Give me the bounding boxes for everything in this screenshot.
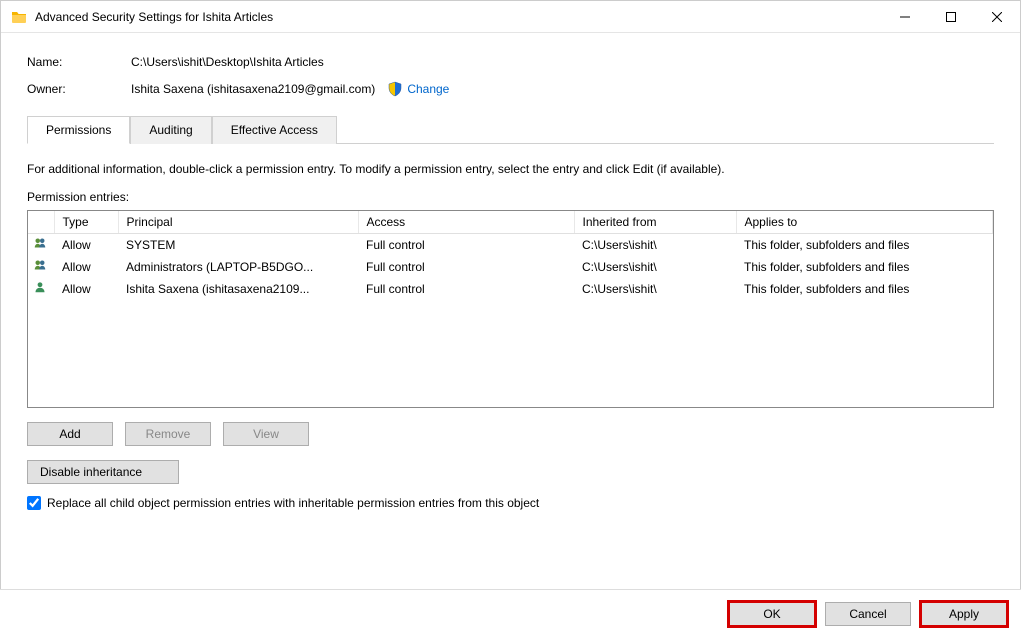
group-icon [34, 260, 46, 274]
ok-button[interactable]: OK [729, 602, 815, 626]
maximize-button[interactable] [928, 1, 974, 33]
col-inherited[interactable]: Inherited from [574, 211, 736, 234]
name-label: Name: [27, 55, 131, 69]
dialog-footer: OK Cancel Apply [0, 589, 1021, 637]
replace-child-entries-label[interactable]: Replace all child object permission entr… [47, 496, 539, 510]
replace-child-entries-checkbox[interactable] [27, 496, 41, 510]
owner-label: Owner: [27, 82, 131, 96]
table-row[interactable]: AllowIshita Saxena (ishitasaxena2109...F… [28, 278, 993, 300]
tab-auditing[interactable]: Auditing [130, 116, 211, 144]
tab-strip: Permissions Auditing Effective Access [27, 115, 994, 144]
change-owner-link[interactable]: Change [407, 82, 449, 96]
entries-label: Permission entries: [27, 190, 994, 204]
add-button[interactable]: Add [27, 422, 113, 446]
cancel-button[interactable]: Cancel [825, 602, 911, 626]
tab-effective-access[interactable]: Effective Access [212, 116, 337, 144]
window-title: Advanced Security Settings for Ishita Ar… [35, 10, 882, 24]
cell-principal: SYSTEM [118, 234, 358, 256]
shield-icon [387, 81, 403, 97]
cell-type: Allow [54, 278, 118, 300]
remove-button[interactable]: Remove [125, 422, 211, 446]
apply-button[interactable]: Apply [921, 602, 1007, 626]
cell-principal: Ishita Saxena (ishitasaxena2109... [118, 278, 358, 300]
cell-inherited: C:\Users\ishit\ [574, 278, 736, 300]
group-icon [34, 238, 46, 252]
cell-applies: This folder, subfolders and files [736, 234, 993, 256]
cell-access: Full control [358, 234, 574, 256]
table-header-row: Type Principal Access Inherited from App… [28, 211, 993, 234]
disable-inheritance-button[interactable]: Disable inheritance [27, 460, 179, 484]
col-principal[interactable]: Principal [118, 211, 358, 234]
cell-access: Full control [358, 278, 574, 300]
title-bar: Advanced Security Settings for Ishita Ar… [1, 1, 1020, 33]
minimize-button[interactable] [882, 1, 928, 33]
cell-inherited: C:\Users\ishit\ [574, 234, 736, 256]
close-button[interactable] [974, 1, 1020, 33]
col-applies[interactable]: Applies to [736, 211, 993, 234]
cell-principal: Administrators (LAPTOP-B5DGO... [118, 256, 358, 278]
permissions-table[interactable]: Type Principal Access Inherited from App… [27, 210, 994, 408]
cell-applies: This folder, subfolders and files [736, 256, 993, 278]
user-icon [34, 282, 46, 296]
name-value: C:\Users\ishit\Desktop\Ishita Articles [131, 55, 324, 69]
table-row[interactable]: AllowSYSTEMFull controlC:\Users\ishit\Th… [28, 234, 993, 256]
col-type[interactable]: Type [54, 211, 118, 234]
folder-icon [11, 9, 27, 25]
info-text: For additional information, double-click… [27, 162, 994, 176]
cell-type: Allow [54, 234, 118, 256]
view-button[interactable]: View [223, 422, 309, 446]
tab-permissions[interactable]: Permissions [27, 116, 130, 144]
owner-value: Ishita Saxena (ishitasaxena2109@gmail.co… [131, 82, 375, 96]
cell-applies: This folder, subfolders and files [736, 278, 993, 300]
col-access[interactable]: Access [358, 211, 574, 234]
table-row[interactable]: AllowAdministrators (LAPTOP-B5DGO...Full… [28, 256, 993, 278]
cell-inherited: C:\Users\ishit\ [574, 256, 736, 278]
cell-type: Allow [54, 256, 118, 278]
cell-access: Full control [358, 256, 574, 278]
